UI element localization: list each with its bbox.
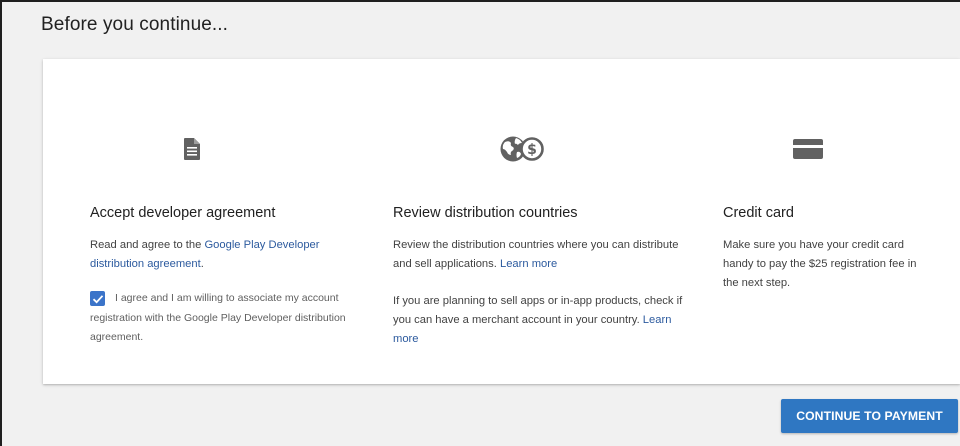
agreement-title: Accept developer agreement (90, 205, 276, 221)
globe-dollar-icon: $ (499, 129, 545, 169)
requirements-card: Accept developer agreement Read and agre… (43, 59, 960, 384)
countries-column: $ Review distribution countries Review t… (393, 59, 693, 384)
learn-more-link-countries[interactable]: Learn more (500, 258, 557, 270)
agree-checkbox-label[interactable]: I agree and I am willing to associate my… (90, 289, 350, 348)
agreement-column: Accept developer agreement Read and agre… (90, 59, 370, 384)
countries-title: Review distribution countries (393, 205, 578, 221)
merchant-description: If you are planning to sell apps or in-a… (393, 292, 693, 349)
countries-description: Review the distribution countries where … (393, 236, 693, 274)
credit-card-title: Credit card (723, 205, 794, 221)
agreement-text-prefix: Read and agree to the (90, 239, 205, 251)
svg-text:$: $ (527, 142, 537, 158)
page-frame: Before you continue... Accept developer … (0, 0, 960, 446)
document-icon (184, 129, 200, 169)
credit-card-description: Make sure you have your credit card hand… (723, 239, 917, 289)
credit-card-icon (793, 129, 823, 169)
page-title: Before you continue... (41, 14, 229, 35)
merchant-text: If you are planning to sell apps or in-a… (393, 295, 683, 326)
agreement-description: Read and agree to the Google Play Develo… (90, 236, 320, 274)
agreement-text-suffix: . (200, 258, 204, 270)
credit-card-column: Credit card Make sure you have your cred… (723, 59, 943, 384)
continue-to-payment-button[interactable]: CONTINUE TO PAYMENT (781, 399, 958, 433)
